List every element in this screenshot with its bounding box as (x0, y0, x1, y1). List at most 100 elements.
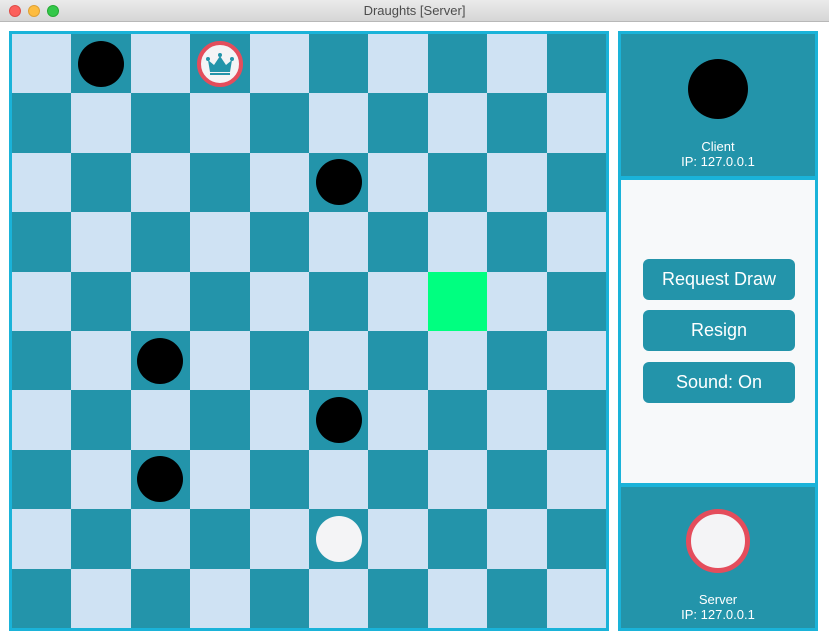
board-square[interactable] (546, 331, 606, 391)
board-square[interactable] (309, 212, 369, 272)
board-square[interactable] (487, 152, 547, 213)
board-square[interactable] (130, 93, 191, 153)
board-square[interactable] (368, 271, 428, 331)
board-square[interactable] (546, 449, 606, 510)
board-square[interactable] (427, 152, 488, 213)
board-square[interactable] (71, 212, 131, 272)
board-square[interactable] (546, 568, 606, 628)
board-square[interactable] (249, 152, 309, 213)
board-square[interactable] (368, 509, 428, 569)
board-square[interactable] (546, 152, 606, 213)
black-piece[interactable] (137, 337, 184, 384)
board-square[interactable] (12, 34, 72, 94)
board-square[interactable] (12, 271, 72, 331)
board-square[interactable] (368, 390, 428, 450)
board-square[interactable] (249, 509, 309, 569)
board-square[interactable] (249, 568, 309, 628)
board-square[interactable] (71, 34, 131, 94)
board-square[interactable] (309, 568, 369, 628)
board-square[interactable] (487, 271, 547, 331)
board-square[interactable] (427, 390, 488, 450)
black-piece[interactable] (315, 159, 362, 206)
board-square[interactable] (71, 93, 131, 153)
board-square[interactable] (427, 509, 488, 569)
board-square[interactable] (249, 212, 309, 272)
board-square[interactable] (368, 152, 428, 213)
board-square[interactable] (309, 509, 369, 569)
board-square[interactable] (190, 34, 250, 94)
board-square[interactable] (368, 93, 428, 153)
black-piece[interactable] (137, 456, 184, 503)
board-square[interactable] (12, 93, 72, 153)
board-square[interactable] (368, 449, 428, 510)
board-square[interactable] (487, 212, 547, 272)
board-square[interactable] (249, 449, 309, 510)
board-square[interactable] (427, 93, 488, 153)
white-king-piece[interactable] (196, 40, 243, 87)
board-square[interactable] (427, 568, 488, 628)
board-square[interactable] (309, 390, 369, 450)
board-square[interactable] (130, 152, 191, 213)
black-piece[interactable] (315, 397, 362, 444)
sound-toggle-button[interactable]: Sound: On (643, 362, 795, 403)
board-square[interactable] (487, 331, 547, 391)
board-square[interactable] (190, 568, 250, 628)
board-square[interactable] (427, 449, 488, 510)
board-square[interactable] (71, 568, 131, 628)
board-square[interactable] (487, 34, 547, 94)
board-square[interactable] (546, 34, 606, 94)
white-piece[interactable] (315, 515, 362, 562)
board-square[interactable] (309, 34, 369, 94)
board-square[interactable] (487, 568, 547, 628)
board-square[interactable] (309, 449, 369, 510)
board-square[interactable] (309, 93, 369, 153)
board-square[interactable] (487, 449, 547, 510)
board-square[interactable] (190, 271, 250, 331)
board-square[interactable] (71, 331, 131, 391)
board-square[interactable] (487, 509, 547, 569)
board-square[interactable] (71, 390, 131, 450)
board-square[interactable] (309, 271, 369, 331)
board-square[interactable] (309, 331, 369, 391)
board-square[interactable] (190, 331, 250, 391)
board-square[interactable] (12, 509, 72, 569)
board-square[interactable] (190, 509, 250, 569)
resign-button[interactable]: Resign (643, 310, 795, 351)
board-square[interactable] (190, 93, 250, 153)
board-square[interactable] (130, 568, 191, 628)
board-square[interactable] (368, 568, 428, 628)
board-square[interactable] (546, 93, 606, 153)
board-square[interactable] (190, 212, 250, 272)
board-square[interactable] (249, 34, 309, 94)
board-square[interactable] (249, 390, 309, 450)
board-square[interactable] (130, 271, 191, 331)
board-square[interactable] (427, 34, 488, 94)
board-square[interactable] (487, 390, 547, 450)
highlighted-square[interactable] (427, 271, 488, 331)
board-square[interactable] (12, 390, 72, 450)
request-draw-button[interactable]: Request Draw (643, 259, 795, 300)
board-square[interactable] (190, 152, 250, 213)
board-square[interactable] (487, 93, 547, 153)
board-square[interactable] (12, 568, 72, 628)
board-square[interactable] (546, 509, 606, 569)
black-piece[interactable] (78, 40, 125, 87)
board-square[interactable] (309, 152, 369, 213)
board-square[interactable] (12, 449, 72, 510)
board-square[interactable] (12, 331, 72, 391)
board-square[interactable] (130, 331, 191, 391)
board-square[interactable] (130, 212, 191, 272)
board-square[interactable] (190, 449, 250, 510)
board-square[interactable] (249, 331, 309, 391)
board-square[interactable] (71, 271, 131, 331)
board-square[interactable] (427, 212, 488, 272)
board-square[interactable] (12, 152, 72, 213)
board-square[interactable] (130, 34, 191, 94)
board-square[interactable] (190, 390, 250, 450)
board-square[interactable] (12, 212, 72, 272)
board-square[interactable] (546, 212, 606, 272)
board-square[interactable] (368, 34, 428, 94)
board-square[interactable] (368, 331, 428, 391)
board-square[interactable] (130, 390, 191, 450)
board-square[interactable] (546, 390, 606, 450)
